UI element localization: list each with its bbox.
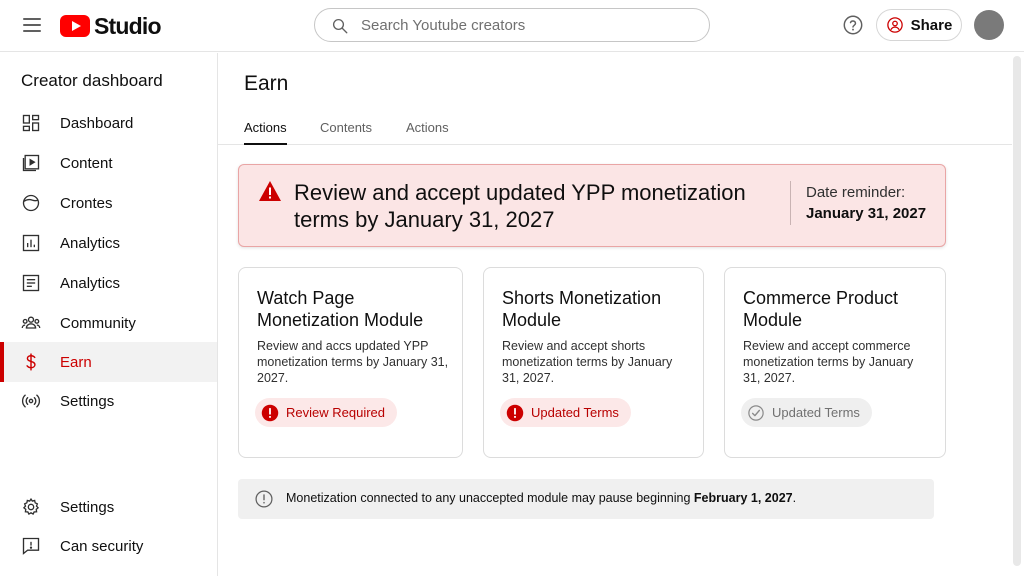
search-input[interactable]	[361, 9, 691, 41]
account-circle-icon	[886, 17, 903, 33]
card-description: Review and accept shorts monetization te…	[502, 339, 673, 385]
sidebar-item-settings[interactable]: Settings	[0, 381, 217, 421]
help-icon[interactable]	[842, 14, 864, 36]
sidebar-item-label: Content	[60, 154, 113, 172]
card-title: Shorts Monetization Module	[502, 288, 662, 330]
status-label: Review Required	[286, 405, 385, 420]
sidebar-item-analytics-2[interactable]: Analytics	[0, 263, 217, 303]
sidebar-item-label: Analytics	[60, 234, 121, 252]
status-badge[interactable]: Updated Terms	[500, 398, 631, 427]
error-icon	[261, 404, 279, 421]
logo-text: Studio	[94, 12, 162, 39]
top-header: Studio Share	[0, 0, 1024, 52]
hamburger-menu-icon[interactable]	[20, 14, 44, 38]
card-description: Review and accs updated YPP monetization…	[257, 339, 449, 385]
sidebar-item-crontes[interactable]: Crontes	[0, 183, 217, 223]
share-button[interactable]: Share	[876, 9, 962, 41]
sidebar-item-community[interactable]: Community	[0, 303, 217, 343]
sidebar-item-settings-bottom[interactable]: Settings	[0, 487, 217, 527]
gear-icon	[22, 497, 40, 516]
alert-title: Review and accept updated YPP monetizati…	[294, 180, 746, 232]
monetization-alert-banner: Review and accept updated YPP monetizati…	[238, 164, 946, 247]
date-reminder-value: January 31, 2027	[806, 205, 927, 222]
list-icon	[22, 274, 40, 292]
check-circle-icon	[748, 404, 764, 421]
status-badge[interactable]: Review Required	[255, 398, 397, 427]
sidebar-item-dashboard[interactable]: Dashboard	[0, 103, 217, 143]
circle-icon	[22, 194, 40, 212]
content-icon	[22, 154, 40, 172]
sidebar-item-analytics[interactable]: Analytics	[0, 223, 217, 263]
scrollbar[interactable]	[1013, 56, 1021, 566]
page-title: Earn	[244, 72, 289, 95]
notice-text: Monetization connected to any unaccepted…	[286, 491, 797, 505]
search-box[interactable]	[314, 8, 710, 42]
studio-logo[interactable]: Studio	[60, 12, 162, 40]
card-title: Watch Page Monetization Module	[257, 288, 424, 330]
sidebar: Creator dashboard Dashboard Content Cron…	[0, 53, 218, 576]
sidebar-item-label: Crontes	[60, 194, 113, 212]
status-badge[interactable]: Updated Terms	[741, 398, 872, 427]
sidebar-item-label: Community	[60, 314, 136, 332]
module-card-watch-page[interactable]: Watch Page Monetization Module Review an…	[238, 267, 463, 458]
tab-actions-2[interactable]: Actions	[406, 120, 449, 145]
youtube-logo-icon	[60, 15, 90, 37]
sidebar-item-earn[interactable]: Earn	[0, 342, 217, 382]
sidebar-item-label: Analytics	[60, 274, 121, 292]
status-label: Updated Terms	[772, 405, 860, 420]
sidebar-item-label: Earn	[60, 353, 92, 371]
sidebar-item-content[interactable]: Content	[0, 143, 217, 183]
sidebar-item-label: Settings	[60, 392, 115, 410]
search-icon	[332, 18, 348, 34]
community-icon	[21, 316, 41, 329]
module-card-commerce[interactable]: Commerce Product Module Review and accep…	[724, 267, 946, 458]
share-label: Share	[910, 16, 953, 34]
date-reminder-label: Date reminder:	[806, 184, 906, 201]
sidebar-item-label: Dashboard	[60, 114, 134, 132]
sidebar-item-can-security[interactable]: Can security	[0, 526, 217, 566]
sidebar-item-label: Settings	[60, 498, 115, 516]
dashboard-icon	[22, 114, 40, 132]
error-icon	[506, 404, 524, 421]
sidebar-title: Creator dashboard	[21, 71, 163, 90]
tab-actions[interactable]: Actions	[244, 120, 287, 145]
card-title: Commerce Product Module	[743, 288, 899, 330]
broadcast-icon	[21, 394, 41, 408]
tab-contents[interactable]: Contents	[320, 120, 372, 145]
monetization-notice: Monetization connected to any unaccepted…	[238, 479, 934, 519]
sidebar-item-label: Can security	[60, 537, 144, 555]
dollar-icon	[26, 353, 36, 371]
tab-bar: Actions Contents Actions	[218, 112, 1012, 145]
notice-date: February 1, 2027	[693, 491, 793, 505]
avatar[interactable]	[974, 10, 1004, 40]
feedback-icon	[22, 537, 40, 555]
module-card-shorts[interactable]: Shorts Monetization Module Review and ac…	[483, 267, 704, 458]
warning-icon	[259, 181, 281, 201]
info-icon	[255, 490, 273, 508]
alert-divider	[790, 181, 791, 225]
card-description: Review and accept commerce monetization …	[743, 339, 914, 385]
analytics-icon	[22, 234, 40, 252]
status-label: Updated Terms	[531, 405, 619, 420]
